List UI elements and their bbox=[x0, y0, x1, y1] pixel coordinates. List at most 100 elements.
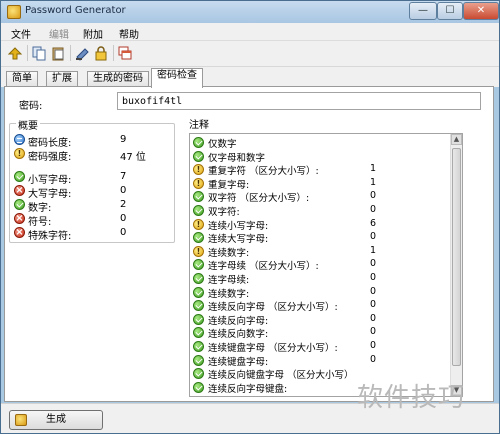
note-value: 0 bbox=[370, 340, 377, 351]
note-row: 连字母续 （区分大小写）: 0 bbox=[190, 258, 452, 273]
note-value: 1 bbox=[370, 244, 377, 256]
note-value: 0 bbox=[370, 285, 377, 297]
note-label: 连续反向字母键盘: bbox=[208, 383, 288, 395]
note-label: 仅字母和数字 bbox=[208, 152, 266, 164]
summary-label: 特殊字符: bbox=[28, 231, 72, 242]
menu-help[interactable]: 帮助 bbox=[119, 26, 139, 41]
summary-value: 7 bbox=[120, 171, 127, 182]
note-value: 0 bbox=[370, 204, 377, 215]
tab-extended[interactable]: 扩展 bbox=[46, 71, 78, 87]
copy-icon[interactable] bbox=[31, 45, 47, 61]
summary-value: 0 bbox=[120, 227, 127, 238]
note-row: 连续反向数字: 0 bbox=[190, 326, 452, 341]
note-label: 连续键盘字母 （区分大小写）: bbox=[208, 343, 338, 354]
note-row: 连续小写字母: 6 bbox=[190, 217, 452, 232]
error-icon bbox=[14, 213, 25, 224]
tab-simple[interactable]: 简单 bbox=[6, 71, 38, 87]
note-label: 连续数字: bbox=[208, 247, 250, 259]
summary-row: 数字: 2 bbox=[10, 198, 174, 214]
summary-row: 特殊字符: 0 bbox=[10, 226, 174, 242]
check-icon bbox=[193, 300, 204, 312]
summary-row: 密码长度: 9 bbox=[10, 133, 174, 149]
notes-title: 注释 bbox=[187, 116, 211, 131]
check-icon bbox=[193, 273, 204, 284]
note-row: 连续键盘字母: 0 bbox=[190, 353, 452, 368]
check-icon bbox=[193, 327, 204, 339]
paste-icon[interactable] bbox=[50, 45, 66, 61]
note-row: 仅数字 bbox=[190, 137, 452, 150]
note-row: 连续数字: 1 bbox=[190, 244, 452, 259]
note-value: 0 bbox=[370, 353, 377, 365]
toolbar-separator bbox=[27, 45, 28, 61]
check-icon bbox=[193, 259, 204, 271]
tab-password-check[interactable]: 密码检查 bbox=[151, 68, 203, 88]
close-button[interactable]: ✕ bbox=[463, 2, 499, 20]
toolbar-separator bbox=[70, 45, 71, 61]
note-label: 连续反向字母 （区分大小写）: bbox=[208, 302, 338, 314]
minimize-button[interactable]: — bbox=[409, 2, 437, 20]
check-icon bbox=[193, 232, 204, 244]
note-label: 重复字符 （区分大小写）: bbox=[208, 166, 319, 178]
note-label: 连字母续 （区分大小写）: bbox=[208, 261, 319, 273]
tab-generated-passwords[interactable]: 生成的密码 bbox=[87, 71, 149, 87]
note-label: 连续数字: bbox=[208, 288, 250, 300]
maximize-button[interactable]: ☐ bbox=[437, 2, 463, 20]
generate-button[interactable]: 生成 bbox=[9, 410, 103, 430]
notes-list[interactable]: 仅数字仅字母和数字重复字符 （区分大小写）: 1 重复字母: 1 双字符 （区分大小写）… bbox=[189, 133, 463, 397]
summary-value: 47 位 bbox=[120, 152, 146, 163]
warning-icon bbox=[193, 164, 204, 176]
summary-title: 概要 bbox=[16, 117, 40, 132]
lock-icon[interactable] bbox=[93, 45, 109, 61]
tab-strip: 简单 扩展 生成的密码 密码检查 bbox=[1, 67, 499, 88]
watermark: 软件技巧 bbox=[357, 383, 466, 413]
check-icon bbox=[193, 381, 204, 393]
note-value: 0 bbox=[370, 299, 377, 311]
scroll-thumb[interactable] bbox=[452, 148, 461, 366]
summary-value: 9 bbox=[120, 134, 127, 145]
clear-icon[interactable] bbox=[74, 45, 90, 61]
menu-bar: 文件 编辑 附加 帮助 bbox=[1, 23, 499, 41]
menu-edit[interactable]: 编辑 bbox=[49, 26, 69, 41]
check-icon bbox=[14, 199, 25, 210]
app-icon bbox=[7, 5, 21, 19]
check-icon bbox=[193, 286, 204, 298]
check-icon bbox=[193, 191, 204, 203]
note-value: 0 bbox=[370, 190, 377, 202]
check-icon bbox=[193, 341, 204, 352]
note-row: 连续反向字母: 0 bbox=[190, 312, 452, 327]
note-row: 双字符 （区分大小写）: 0 bbox=[190, 190, 452, 204]
check-icon bbox=[193, 150, 204, 162]
generate-icon[interactable] bbox=[7, 45, 23, 61]
note-label: 连续大写字母: bbox=[208, 234, 269, 246]
note-value: 6 bbox=[370, 217, 377, 229]
warning-icon bbox=[193, 245, 204, 257]
summary-row: 符号:0 bbox=[10, 212, 174, 228]
note-label: 连续反向数字: bbox=[208, 329, 269, 341]
summary-value: 2 bbox=[120, 199, 127, 210]
title-bar[interactable]: Password Generator — ☐ ✕ bbox=[1, 1, 499, 23]
password-label: 密码: bbox=[19, 101, 43, 112]
password-input[interactable] bbox=[117, 92, 481, 110]
scroll-up-icon[interactable]: ▲ bbox=[451, 134, 462, 145]
note-value: 0 bbox=[370, 312, 377, 324]
note-value: 0 bbox=[370, 272, 377, 283]
summary-row: 大写字母:0 bbox=[10, 184, 174, 200]
error-icon bbox=[14, 185, 25, 196]
window-title: Password Generator bbox=[25, 5, 126, 16]
note-label: 连续键盘字母: bbox=[208, 356, 269, 368]
notes-scrollbar[interactable]: ▲ ▼ bbox=[450, 134, 462, 396]
note-label: 双字符: bbox=[208, 207, 240, 218]
menu-extras[interactable]: 附加 bbox=[83, 26, 103, 41]
generate-icon bbox=[15, 414, 27, 426]
note-row: 连续大写字母: 0 bbox=[190, 231, 452, 246]
note-value: 1 bbox=[370, 176, 377, 188]
note-row: 连续反向字母 （区分大小写）: 0 bbox=[190, 299, 452, 314]
note-row: 重复字母: 1 bbox=[190, 176, 452, 191]
check-icon bbox=[193, 368, 204, 380]
note-value: 0 bbox=[370, 326, 377, 338]
note-value: 0 bbox=[370, 258, 377, 270]
windows-icon[interactable] bbox=[117, 45, 133, 61]
summary-row: 密码强度: 47 位 bbox=[10, 147, 174, 163]
menu-file[interactable]: 文件 bbox=[11, 26, 31, 41]
note-label: 连续小写字母: bbox=[208, 220, 269, 232]
